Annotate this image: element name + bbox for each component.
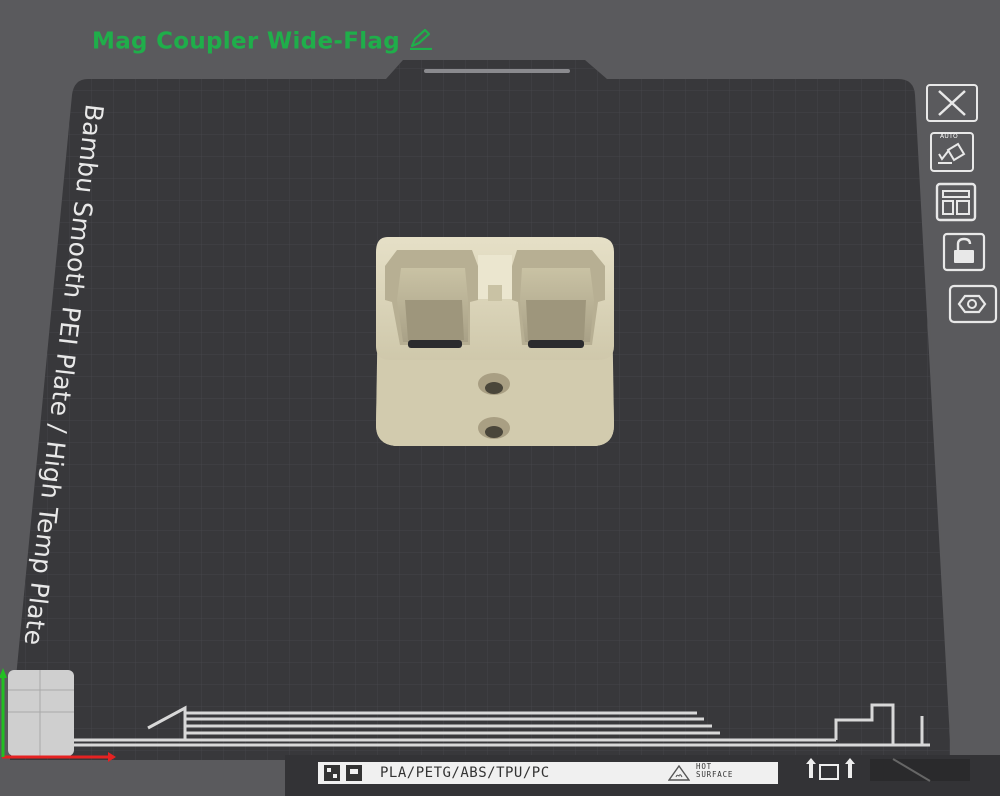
corner-calibration-block [8,670,74,756]
auto-orient-icon: AUTO [930,132,974,172]
build-plate[interactable] [0,0,1000,796]
close-plate-button[interactable] [926,84,978,122]
model-mag-coupler[interactable] [376,237,614,446]
auto-label: AUTO [940,133,959,140]
pencil-icon[interactable] [408,28,434,56]
close-icon [926,84,978,122]
plate-settings-button[interactable] [948,284,998,324]
hex-settings-icon [948,284,998,324]
bambu-logo-icon [324,765,362,781]
hot-line2: SURFACE [696,770,734,779]
plate-footer-label: PLA/PETG/ABS/TPU/PC HOT SURFACE [318,762,778,784]
lock-icon [942,232,986,272]
hot-surface-warning-icon [668,765,690,781]
plate-title[interactable]: Mag Coupler Wide-Flag [92,28,434,56]
plate-title-text: Mag Coupler Wide-Flag [92,28,400,55]
auto-arrange-button[interactable]: AUTO [930,132,974,172]
plate-type-label: Bambu Smooth PEI Plate / High Temp Plate [19,102,113,647]
arrange-icon [934,182,978,222]
hot-surface-label: HOT SURFACE [696,763,733,779]
arrange-button[interactable] [934,182,978,222]
filament-types: PLA/PETG/ABS/TPU/PC [380,765,550,781]
3d-viewport[interactable]: Mag Coupler Wide-Flag Bambu Smooth PEI P… [0,0,1000,796]
lock-plate-button[interactable] [942,232,986,272]
plate-notch [424,69,570,73]
